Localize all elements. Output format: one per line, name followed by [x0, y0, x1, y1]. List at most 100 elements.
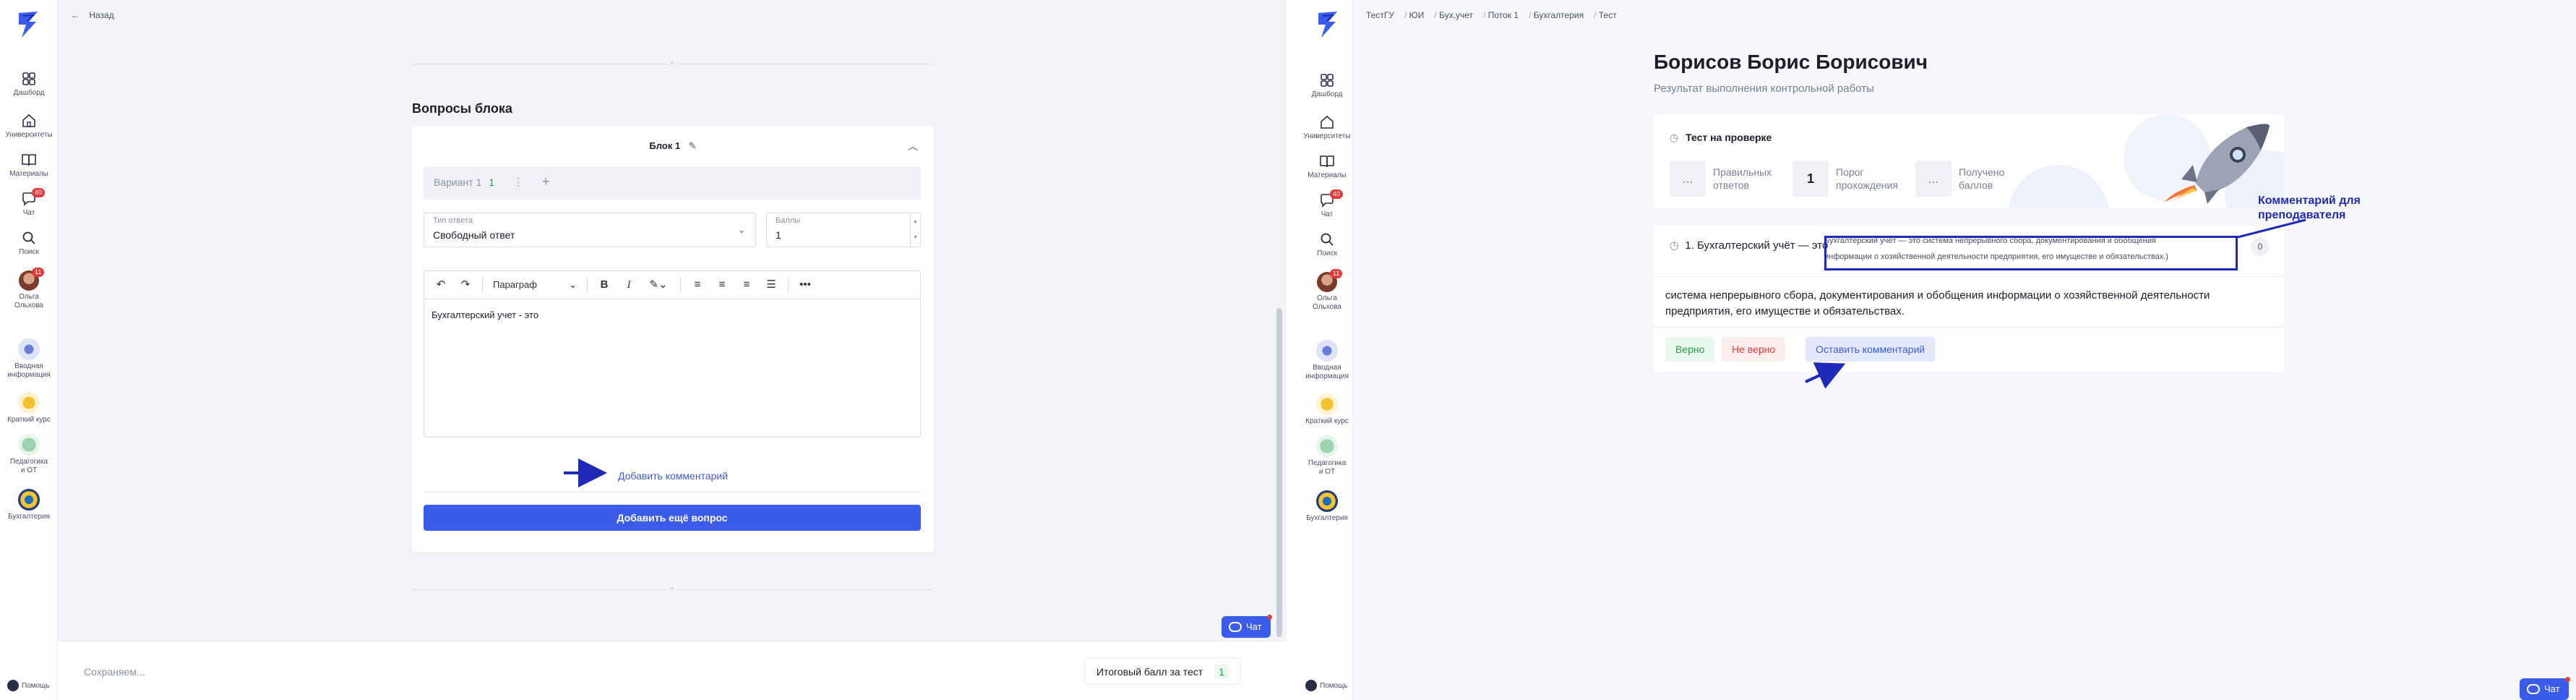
sidebar-item-materials[interactable]: Материалы — [0, 152, 58, 179]
sidebar-item-intro[interactable]: Вводная информация — [1301, 340, 1353, 381]
question-score: 0 — [2251, 237, 2270, 256]
align-justify-icon[interactable]: ☰ — [760, 275, 782, 295]
block-card: Блок 1 ✎ ︿ Вариант 1 1 ⋮ + Тип ответа Св… — [412, 126, 934, 552]
italic-icon[interactable]: I — [618, 275, 640, 295]
stepper-arrows-icon[interactable]: ▴ ▾ — [910, 213, 920, 247]
breadcrumb-item[interactable]: Бух.учет — [1439, 10, 1473, 20]
help-link[interactable]: Помощь — [7, 680, 50, 691]
answer-type-select[interactable]: Тип ответа Свободный ответ ⌄ — [424, 213, 756, 247]
sidebar-item-label: Поиск — [1317, 249, 1337, 257]
chat-button[interactable]: Чат — [2520, 677, 2570, 700]
sidebar-item-universities[interactable]: Университеты — [0, 113, 58, 140]
book-icon — [22, 154, 36, 166]
sidebar-item-accounting[interactable]: Бухгалтерия — [0, 489, 58, 521]
tab-variant-1[interactable]: Вариант 1 1 — [434, 176, 494, 188]
course-intro-icon — [1316, 340, 1338, 362]
plus-icon[interactable]: + — [667, 584, 677, 594]
add-question-button[interactable]: Добавить ещё вопрос — [424, 505, 921, 531]
student-answer: система непрерывного сбора, документиров… — [1665, 288, 2272, 320]
left-screen: Дашборд Университеты Материалы 40 Чат По… — [0, 0, 1287, 700]
variant-count: 1 — [489, 176, 495, 188]
sidebar-item-label: Дашборд — [1311, 90, 1343, 98]
sidebar-item-pedagogy[interactable]: Педагогика и ОТ — [0, 434, 58, 475]
sidebar-item-label: Бухгалтерия — [1306, 514, 1348, 522]
logo-icon[interactable] — [1315, 10, 1340, 39]
sidebar-item-label: Ольга Ольхова — [1313, 294, 1341, 311]
points-stepper[interactable]: Баллы 1 ▴ ▾ — [766, 213, 921, 247]
paragraph-select[interactable]: Параграф ⌄ — [489, 279, 581, 291]
card-divider — [1654, 327, 2284, 328]
align-center-icon[interactable]: ≡ — [711, 275, 733, 295]
sidebar-item-pedagogy[interactable]: Педагогика и ОТ — [1301, 435, 1353, 477]
incorrect-button[interactable]: Не верно — [1722, 337, 1786, 362]
align-right-icon[interactable]: ≡ — [736, 275, 757, 295]
sidebar-item-chat[interactable]: 40 Чат — [1301, 189, 1353, 219]
home-icon — [1321, 115, 1334, 129]
sidebar-item-label: Дашборд — [13, 89, 45, 97]
toolbar-divider — [680, 277, 681, 293]
sidebar-item-profile[interactable]: 11 Ольга Ольхова — [1301, 269, 1353, 312]
sidebar-item-intro[interactable]: Вводная информация — [0, 338, 58, 380]
more-options-icon[interactable]: ••• — [794, 275, 816, 295]
redo-icon[interactable]: ↷ — [455, 275, 476, 295]
course-pedagogy-icon — [18, 434, 40, 456]
stat-threshold-value: 1 — [1793, 161, 1829, 197]
stat-correct: ... Правильных ответов — [1670, 159, 1772, 198]
total-score: Итоговый балл за тест 1 — [1084, 657, 1241, 685]
help-link[interactable]: Помощь — [1305, 680, 1348, 691]
sidebar-item-short-course[interactable]: Краткий курс — [0, 392, 58, 424]
logo-icon[interactable] — [16, 10, 40, 39]
help-label: Помощь — [1320, 681, 1348, 690]
chevron-up-icon[interactable]: ︿ — [908, 139, 918, 153]
breadcrumb-item[interactable]: ТестГУ — [1366, 10, 1394, 20]
right-screen: Дашборд Университеты Материалы 40 Чат По… — [1301, 0, 2576, 700]
sidebar-item-chat[interactable]: 40 Чат — [0, 188, 58, 218]
sidebar-item-search[interactable]: Поиск — [1301, 231, 1353, 258]
chat-button[interactable]: Чат — [1222, 615, 1272, 638]
breadcrumb-item[interactable]: ЮИ — [1409, 10, 1425, 20]
course-short-icon — [1316, 393, 1338, 415]
breadcrumb-item[interactable]: Поток 1 — [1488, 10, 1519, 20]
breadcrumb-item[interactable]: Бухгалтерия — [1534, 10, 1584, 20]
sidebar-item-label: Университеты — [1303, 132, 1351, 140]
more-icon[interactable]: ⋮ — [513, 176, 523, 188]
help-icon — [1305, 680, 1317, 691]
answer-type-value: Свободный ответ — [433, 229, 515, 241]
sidebar-item-short-course[interactable]: Краткий курс — [1301, 393, 1353, 426]
pencil-icon[interactable]: ✎ — [689, 140, 697, 151]
home-icon — [22, 114, 35, 127]
plus-icon[interactable]: + — [667, 59, 677, 69]
status-card: ◷ Тест на проверке ... Правильных ответов… — [1654, 114, 2284, 208]
toolbar-divider — [788, 277, 789, 293]
sidebar-item-label: Чат — [22, 209, 35, 217]
chevron-down-icon: ⌄ — [569, 279, 577, 290]
sidebar-item-dashboard[interactable]: Дашборд — [0, 71, 58, 98]
sidebar-item-profile[interactable]: 11 Ольга Ольхова — [0, 268, 58, 310]
rocket-icon — [2164, 124, 2270, 204]
add-variant-icon[interactable]: + — [542, 174, 550, 189]
undo-icon[interactable]: ↶ — [430, 275, 452, 295]
sidebar-item-label: Материалы — [9, 170, 48, 178]
sidebar-item-label: Бухгалтерия — [8, 513, 50, 521]
sidebar-item-dashboard[interactable]: Дашборд — [1301, 72, 1353, 99]
leave-comment-button[interactable]: Оставить комментарий — [1806, 337, 1936, 362]
status-title-label: Тест на проверке — [1686, 132, 1772, 143]
sidebar-item-search[interactable]: Поиск — [0, 230, 58, 257]
stat-threshold-label: Порог прохождения — [1836, 166, 1898, 191]
scrollbar[interactable] — [1276, 308, 1282, 637]
back-link[interactable]: ← Назад — [71, 10, 114, 20]
highlight-icon[interactable]: ✎⌄ — [643, 275, 674, 295]
sidebar-item-materials[interactable]: Материалы — [1301, 153, 1353, 180]
correct-button[interactable]: Верно — [1665, 337, 1715, 362]
sidebar-item-universities[interactable]: Университеты — [1301, 114, 1353, 141]
bold-icon[interactable]: B — [593, 275, 615, 295]
sidebar-item-accounting[interactable]: Бухгалтерия — [1301, 490, 1353, 523]
align-left-icon[interactable]: ≡ — [687, 275, 708, 295]
add-comment-button[interactable]: Добавить комментарий — [412, 470, 934, 482]
status-title: ◷ Тест на проверке — [1670, 132, 1772, 144]
sidebar-item-label: Вводная информация — [1305, 364, 1349, 380]
help-icon — [7, 680, 19, 691]
chat-badge: 40 — [1330, 189, 1344, 199]
question-editor[interactable]: Бухгалтерский учет - это — [424, 299, 921, 438]
variant-tabs: Вариант 1 1 ⋮ + — [424, 166, 921, 200]
